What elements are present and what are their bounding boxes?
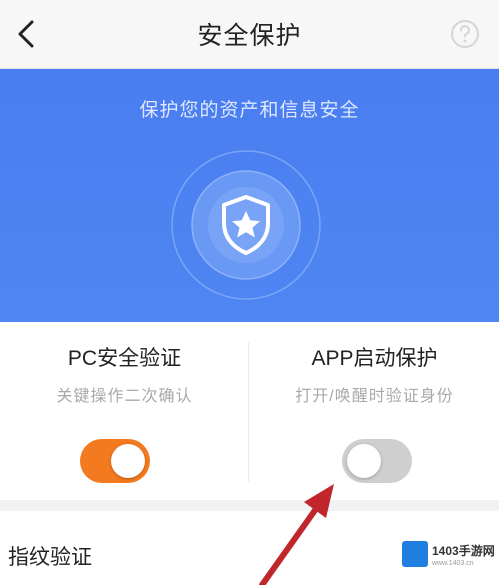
option-app-protect: APP启动保护 打开/唤醒时验证身份 [250,322,499,500]
watermark: 1403手游网 www.1403.cn [398,538,496,580]
page-title: 安全保护 [197,22,302,50]
top-bar: 安全保护 [0,0,499,69]
pc-verify-toggle[interactable] [80,439,150,483]
help-button[interactable] [449,18,481,50]
option-title: APP启动保护 [311,347,438,370]
watermark-url: www.1403.cn [432,560,474,567]
column-divider [248,342,249,482]
toggle-knob [111,444,145,478]
shield-badge [166,145,326,305]
watermark-text: 1403手游网 [432,544,495,558]
option-title: PC安全验证 [67,347,182,370]
app-protect-toggle[interactable] [342,439,412,483]
fingerprint-label: 指纹验证 [8,546,92,569]
option-subtitle: 打开/唤醒时验证身份 [295,388,454,405]
option-subtitle: 关键操作二次确认 [56,388,193,405]
hero-banner: 保护您的资产和信息安全 [0,69,499,322]
question-circle-icon [451,20,479,48]
hero-text: 保护您的资产和信息安全 [139,100,360,121]
protection-options-panel: PC安全验证 关键操作二次确认 APP启动保护 打开/唤醒时验证身份 [0,322,499,500]
option-pc-verify: PC安全验证 关键操作二次确认 [0,322,249,500]
watermark-logo [402,541,428,567]
toggle-knob [347,444,381,478]
shield-star-icon [171,150,321,300]
